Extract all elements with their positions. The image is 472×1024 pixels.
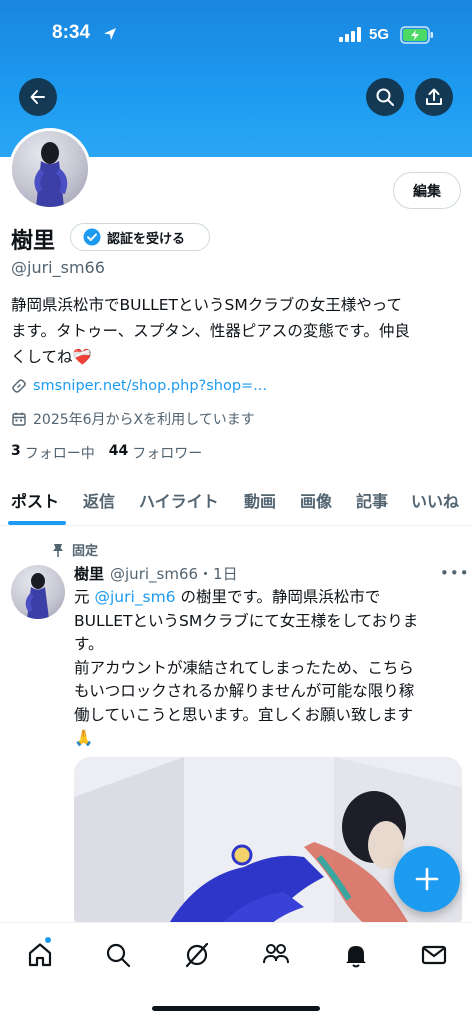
back-arrow-icon (30, 90, 45, 104)
pin-icon (53, 543, 63, 557)
nav-notifications[interactable] (339, 938, 373, 972)
active-tab-indicator (8, 521, 66, 525)
share-icon (426, 88, 442, 105)
tweet-emoji: 🙏 (74, 729, 94, 747)
tweet-header: 樹里 @juri_sm66・1日 (74, 563, 238, 584)
messages-icon (421, 945, 447, 965)
profile-handle: @juri_sm66 (11, 258, 105, 277)
profile-link-row: smsniper.net/shop.php?shop=... (11, 378, 267, 394)
tweet-line-1: 元 @juri_sm6 の樹里です。静岡県浜松市で (74, 586, 466, 610)
network-label: 5G (369, 26, 390, 43)
profile-bio: 静岡県浜松市でBULLETというSMクラブの女王様やって ます。タトゥー、スプタ… (11, 292, 459, 370)
pinned-indicator: 固定 (52, 540, 98, 559)
tweet-line-rest: の樹里です。静岡県浜松市で (175, 588, 381, 606)
nav-search[interactable] (101, 938, 135, 972)
get-verified-label: 認証を受ける (107, 231, 186, 247)
followers-link[interactable]: 44 フォロワー (109, 443, 202, 463)
avatar-image (34, 142, 68, 207)
nav-home[interactable] (23, 938, 57, 972)
bio-line-3: くしてね❤️‍🩹 (11, 344, 459, 370)
profile-tabs: ポスト 返信 ハイライト 動画 画像 記事 いいね (0, 480, 472, 526)
status-time: 8:34 (52, 22, 91, 43)
communities-icon (263, 944, 289, 964)
tab-videos[interactable]: 動画 (244, 488, 276, 512)
tweet-line: もいつロックされるか解りませんが可能な限り稼 (74, 682, 415, 700)
home-indicator (152, 1006, 320, 1011)
following-label: フォロー中 (24, 446, 95, 462)
joined-row: 2025年6月からXを利用しています (11, 409, 255, 429)
profile-avatar[interactable] (9, 128, 91, 210)
tweet-line: す。 (74, 635, 104, 653)
nav-grok[interactable] (180, 938, 214, 972)
compose-button[interactable] (394, 846, 460, 912)
following-count: 3 (11, 443, 21, 459)
tweet-line: 前アカウントが凍結されてしまったため、こちら (74, 658, 414, 677)
tweet-line: 働していこうと思います。宜しくお願い致します (74, 705, 413, 724)
tab-articles[interactable]: 記事 (356, 488, 388, 512)
followers-count: 44 (108, 443, 129, 459)
edit-profile-button[interactable]: 編集 (393, 172, 461, 209)
get-verified-button[interactable]: 認証を受ける (70, 223, 210, 251)
tab-likes[interactable]: いいね (411, 488, 459, 512)
bio-line: 静岡県浜松市でBULLETというSMクラブの女王様やって (11, 296, 402, 314)
followers-label: フォロワー (132, 446, 203, 462)
battery-icon (400, 26, 433, 44)
back-button[interactable] (19, 78, 57, 116)
following-link[interactable]: 3 フォロー中 (11, 443, 95, 463)
tab-replies[interactable]: 返信 (83, 488, 115, 512)
grok-icon (185, 942, 209, 968)
plus-icon (415, 867, 439, 891)
bio-line: くしてね (11, 348, 73, 366)
more-options-icon[interactable]: ••• (440, 564, 470, 582)
tab-posts[interactable]: ポスト (11, 488, 59, 512)
display-name: 樹里 (11, 229, 56, 254)
link-icon (12, 379, 26, 393)
tweet-media-image[interactable] (74, 757, 462, 932)
search-button[interactable] (366, 78, 404, 116)
tweet-prefix: 元 (74, 588, 95, 606)
nav-communities[interactable] (259, 938, 293, 972)
verified-badge-icon (83, 228, 101, 246)
tweet-text: 元 @juri_sm6 の樹里です。静岡県浜松市で BULLETというSMクラブ… (74, 586, 466, 751)
calendar-icon (12, 412, 26, 426)
tweet-photo (74, 757, 462, 932)
tweet-avatar[interactable] (11, 565, 65, 619)
tweet-line: BULLETというSMクラブにて女王様をしておりま (74, 611, 419, 630)
home-notification-dot (45, 937, 51, 943)
joined-date: 2025年6月からXを利用しています (33, 412, 255, 428)
home-icon (28, 943, 52, 967)
heart-emoji: ❤️‍🩹 (72, 348, 92, 366)
pinned-label: 固定 (72, 544, 99, 559)
bio-line: ます。タトゥー、スプタン、性器ピアスの変態です。仲良 (11, 322, 410, 340)
tweet-avatar-image (25, 573, 49, 619)
tab-highlights[interactable]: ハイライト (139, 488, 219, 512)
notifications-icon (346, 946, 366, 968)
search-icon (376, 88, 394, 106)
tweet-meta: @juri_sm66・1日 (110, 565, 238, 583)
tweet-mention[interactable]: @juri_sm6 (94, 588, 175, 606)
search-icon (106, 943, 131, 968)
location-icon (104, 28, 116, 40)
follow-stats: 3 フォロー中 44 フォロワー (11, 443, 216, 463)
share-button[interactable] (415, 78, 453, 116)
profile-link[interactable]: smsniper.net/shop.php?shop=... (33, 378, 267, 394)
tweet-author-name[interactable]: 樹里 (74, 563, 104, 584)
nav-messages[interactable] (417, 938, 451, 972)
status-bar: 8:34 5G (0, 0, 472, 70)
signal-icon (339, 27, 361, 42)
tab-images[interactable]: 画像 (300, 488, 332, 512)
